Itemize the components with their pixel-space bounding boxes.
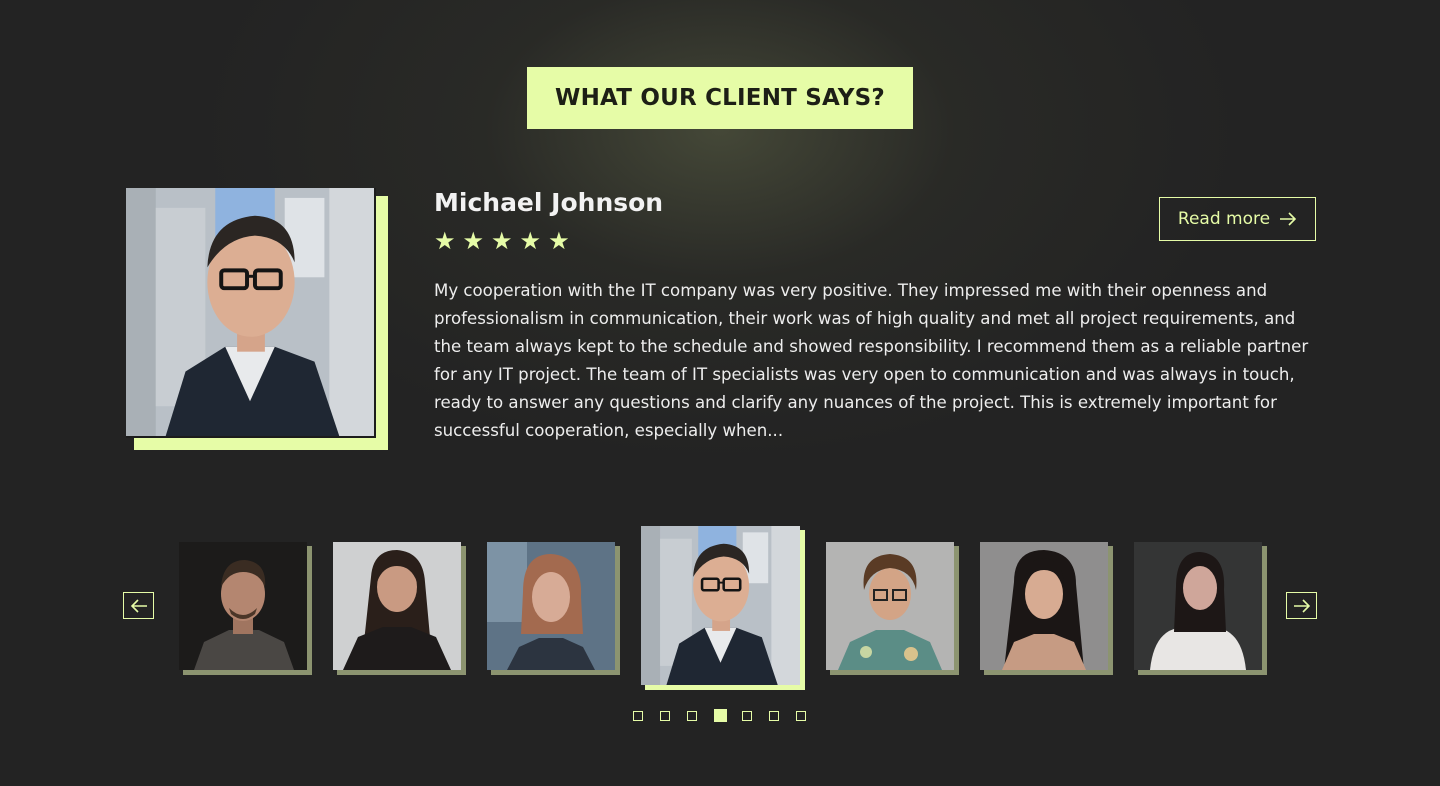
read-more-button[interactable]: Read more bbox=[1159, 197, 1316, 241]
client-photo-michael bbox=[641, 526, 800, 685]
client-thumbnail-active[interactable] bbox=[641, 526, 805, 690]
pagination-dot[interactable] bbox=[769, 710, 779, 721]
star-icon: ★ bbox=[434, 227, 456, 255]
star-icon: ★ bbox=[519, 227, 542, 255]
client-photo-michael bbox=[126, 188, 376, 438]
section-title-badge: WHAT OUR CLIENT SAYS? bbox=[527, 67, 913, 129]
client-photo bbox=[487, 542, 615, 670]
client-photo bbox=[179, 542, 307, 670]
client-thumbnail[interactable] bbox=[980, 542, 1113, 675]
star-icon: ★ bbox=[491, 227, 513, 255]
carousel-prev-button[interactable] bbox=[123, 592, 154, 619]
pagination-dot-active[interactable] bbox=[714, 709, 727, 722]
section-title: WHAT OUR CLIENT SAYS? bbox=[555, 85, 885, 111]
star-icon: ★ bbox=[462, 227, 485, 255]
client-thumbnail[interactable] bbox=[333, 542, 466, 675]
pagination-dot[interactable] bbox=[633, 710, 643, 721]
pagination-dot[interactable] bbox=[742, 710, 752, 721]
client-thumbnail[interactable] bbox=[1134, 542, 1267, 675]
arrow-right-icon bbox=[1280, 212, 1297, 226]
pagination-dot[interactable] bbox=[687, 710, 697, 721]
pagination-dot[interactable] bbox=[796, 710, 806, 721]
client-photo bbox=[826, 542, 954, 670]
arrow-left-icon bbox=[130, 598, 147, 613]
star-icon: ★ bbox=[548, 227, 570, 255]
carousel-next-button[interactable] bbox=[1286, 592, 1317, 619]
client-thumbnail[interactable] bbox=[179, 542, 312, 675]
client-photo bbox=[980, 542, 1108, 670]
client-photo bbox=[1134, 542, 1262, 670]
read-more-label: Read more bbox=[1177, 209, 1271, 229]
rating-stars: ★ ★ ★ ★ ★ bbox=[434, 228, 570, 254]
arrow-right-icon bbox=[1293, 598, 1310, 613]
main-client-photo-frame bbox=[126, 188, 388, 450]
client-name: Michael Johnson bbox=[434, 188, 664, 217]
client-photo bbox=[333, 542, 461, 670]
client-thumbnail[interactable] bbox=[826, 542, 959, 675]
client-thumbnail[interactable] bbox=[487, 542, 620, 675]
pagination-dot[interactable] bbox=[660, 710, 670, 721]
testimonial-text: My cooperation with the IT company was v… bbox=[434, 281, 1309, 440]
carousel-pagination bbox=[633, 709, 823, 722]
